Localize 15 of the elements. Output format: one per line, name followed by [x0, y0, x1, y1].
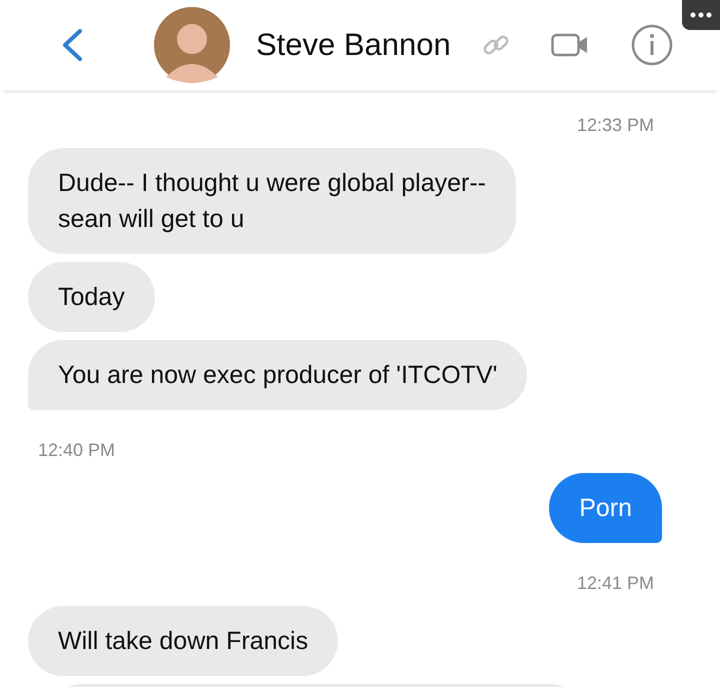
- back-icon[interactable]: [60, 28, 84, 62]
- message-bubble: Will take down Francis: [28, 606, 338, 676]
- message-bubble: Dude-- I thought u were global player-- sean will get to u: [28, 148, 516, 254]
- info-icon[interactable]: [630, 24, 673, 66]
- more-icon: [690, 12, 712, 18]
- more-button[interactable]: [682, 0, 720, 30]
- timestamp: 12:41 PM: [576, 573, 654, 594]
- avatar-icon: [154, 7, 230, 83]
- contact-name: Steve Bannon: [256, 27, 451, 63]
- timestamp: 12:40 PM: [38, 440, 116, 461]
- video-camera-icon[interactable]: [550, 33, 589, 57]
- message-bubble: Porn: [549, 473, 662, 543]
- message-bubble: You are now exec producer of 'ITCOTV': [28, 340, 528, 410]
- message-bubble: Today: [28, 262, 155, 332]
- timestamp: 12:33 PM: [576, 115, 654, 136]
